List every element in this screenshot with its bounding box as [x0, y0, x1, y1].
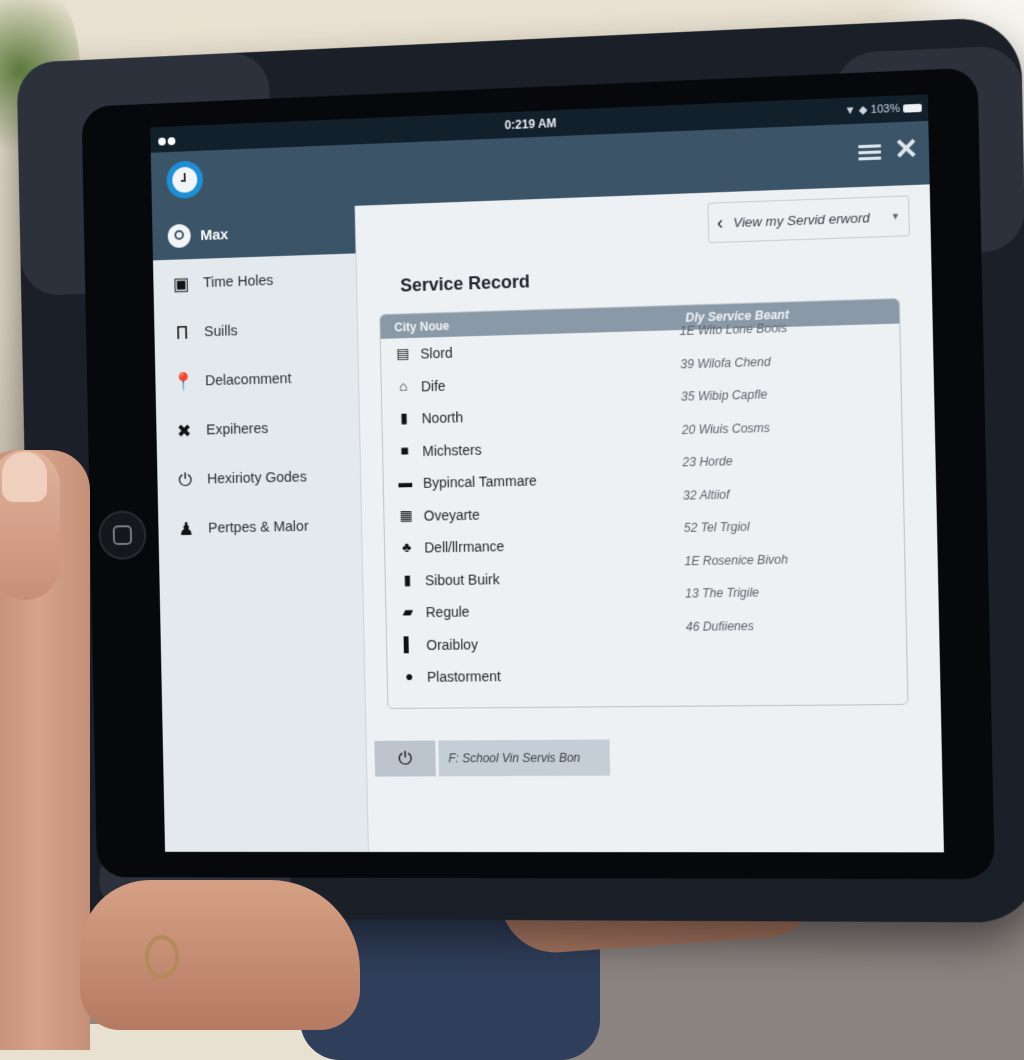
row-name: Oraibloy	[426, 635, 479, 653]
row-value: 32 Altiiof	[682, 487, 730, 503]
sidebar: Max ▣ Time Holes Π Suills 📍 Delacomment …	[152, 205, 369, 852]
sidebar-item-max[interactable]: Max	[152, 205, 356, 261]
sidebar-item-label: Time Holes	[203, 273, 274, 292]
app-logo[interactable]	[166, 160, 204, 200]
tool-icon: Π	[175, 322, 189, 343]
sidebar-item-label: Suills	[204, 323, 238, 341]
footer-action-button[interactable]: F: School Vin Servis Bon	[438, 739, 611, 777]
row-name: Slord	[420, 344, 453, 362]
row-name: Sibout Buirk	[424, 570, 500, 588]
row-icon: ▬	[398, 474, 413, 491]
location-pin-icon: 📍	[172, 371, 195, 392]
clock-icon	[172, 166, 198, 194]
fingers	[80, 880, 360, 1030]
row-value: 52 Tel Trgiol	[683, 519, 750, 535]
sidebar-item-pertpes-malor[interactable]: ♟ Pertpes & Malor	[158, 501, 362, 554]
row-value: 35 Wibip Capfle	[680, 387, 768, 404]
menu-line	[858, 144, 882, 149]
row-icon: ▮	[400, 409, 408, 426]
row-name: Regule	[425, 603, 470, 621]
row-value: 23 Horde	[682, 454, 733, 470]
row-name: Dife	[420, 377, 446, 394]
sidebar-item-label: Delacomment	[205, 371, 292, 390]
row-name: Plastorment	[426, 668, 502, 685]
row-icon: ▮	[403, 571, 412, 588]
cross-tools-icon: ✖	[176, 420, 192, 441]
sidebar-item-suills[interactable]: Π Suills	[154, 303, 358, 358]
sidebar-item-label: Max	[200, 225, 229, 244]
tablet-case: 0:219 AM ▼ ◆ 103% ✕ Max ▣ Time Holes Π S…	[16, 16, 1024, 923]
home-button-icon	[112, 525, 133, 546]
page-title: Service Record	[400, 271, 531, 296]
table-row[interactable]: ● Plastorment	[387, 656, 907, 694]
row-name: Bypincal Tammare	[422, 472, 537, 491]
row-icon: ●	[404, 668, 414, 685]
close-button[interactable]: ✕	[894, 133, 919, 166]
footer-action-bar: ⏻ F: School Vin Servis Bon	[374, 739, 611, 777]
row-name: Oveyarte	[423, 506, 480, 524]
row-icon: ⌂	[398, 377, 408, 394]
person-icon: ♟	[178, 518, 195, 539]
row-icon: ▰	[402, 603, 414, 620]
row-icon: ♣	[401, 538, 412, 555]
service-record-table: City Noue Dly Service Beant ▤ Slord 1E Wit…	[379, 297, 909, 710]
table-row[interactable]: ▌ Oraibloy 46 Dufiienes	[387, 618, 907, 662]
back-chevron-icon: ‹	[716, 211, 724, 233]
sidebar-item-expiheres[interactable]: ✖ Expiheres	[156, 402, 360, 456]
row-value: 1E Rosenice Bivoh	[684, 551, 789, 568]
sidebar-item-hexirioty-godes[interactable]: ⏻ Hexirioty Godes	[157, 452, 361, 506]
sidebar-item-delacomment[interactable]: 📍 Delacomment	[155, 352, 359, 407]
row-value: 1E Wito Lone Boois	[679, 320, 788, 339]
sidebar-item-label: Expiheres	[206, 421, 269, 439]
thumbnail	[2, 452, 47, 502]
sidebar-item-time-holes[interactable]: ▣ Time Holes	[153, 253, 357, 309]
sidebar-item-label: Hexirioty Godes	[207, 469, 307, 488]
row-icon: ▌	[403, 635, 414, 652]
power-icon[interactable]: ⏻	[374, 740, 436, 777]
row-icon: ▤	[395, 344, 410, 362]
row-icon: ▦	[399, 506, 413, 523]
hamburger-menu-button[interactable]	[858, 141, 882, 164]
table-body: ▤ Slord 1E Wito Lone Boois ⌂ Dife 39 Wilofa C…	[381, 320, 907, 694]
map-pin-icon	[167, 223, 191, 249]
signal-battery-text: ▼ ◆ 103%	[844, 102, 901, 118]
row-icon: ■	[400, 441, 409, 459]
tablet-screen: 0:219 AM ▼ ◆ 103% ✕ Max ▣ Time Holes Π S…	[150, 94, 944, 853]
row-name: Michsters	[422, 441, 482, 459]
column-header[interactable]: City Noue	[394, 319, 449, 335]
menu-line	[858, 150, 882, 155]
ring	[145, 935, 179, 979]
sidebar-item-label: Pertpes & Malor	[208, 518, 309, 537]
view-service-record-dropdown[interactable]: ‹ View my Servid erword ▼	[707, 195, 910, 244]
app-body: Max ▣ Time Holes Π Suills 📍 Delacomment …	[152, 184, 944, 853]
row-value: 13 The Trigile	[685, 585, 760, 601]
battery-icon	[902, 103, 922, 113]
row-name: Dell/llrmance	[424, 538, 505, 556]
row-name: Noorth	[421, 409, 464, 427]
power-icon: ⏻	[178, 469, 193, 490]
main-content: ‹ View my Servid erword ▼ Service Record…	[355, 184, 944, 853]
dropdown-label: View my Servid erword	[733, 209, 870, 230]
garage-icon: ▣	[172, 273, 190, 294]
row-value: 20 Wiuis Cosms	[681, 420, 771, 437]
caret-down-icon: ▼	[890, 211, 901, 222]
menu-line	[858, 156, 882, 161]
row-value: 39 Wilofa Chend	[680, 354, 771, 371]
row-value: 46 Dufiienes	[685, 618, 754, 634]
